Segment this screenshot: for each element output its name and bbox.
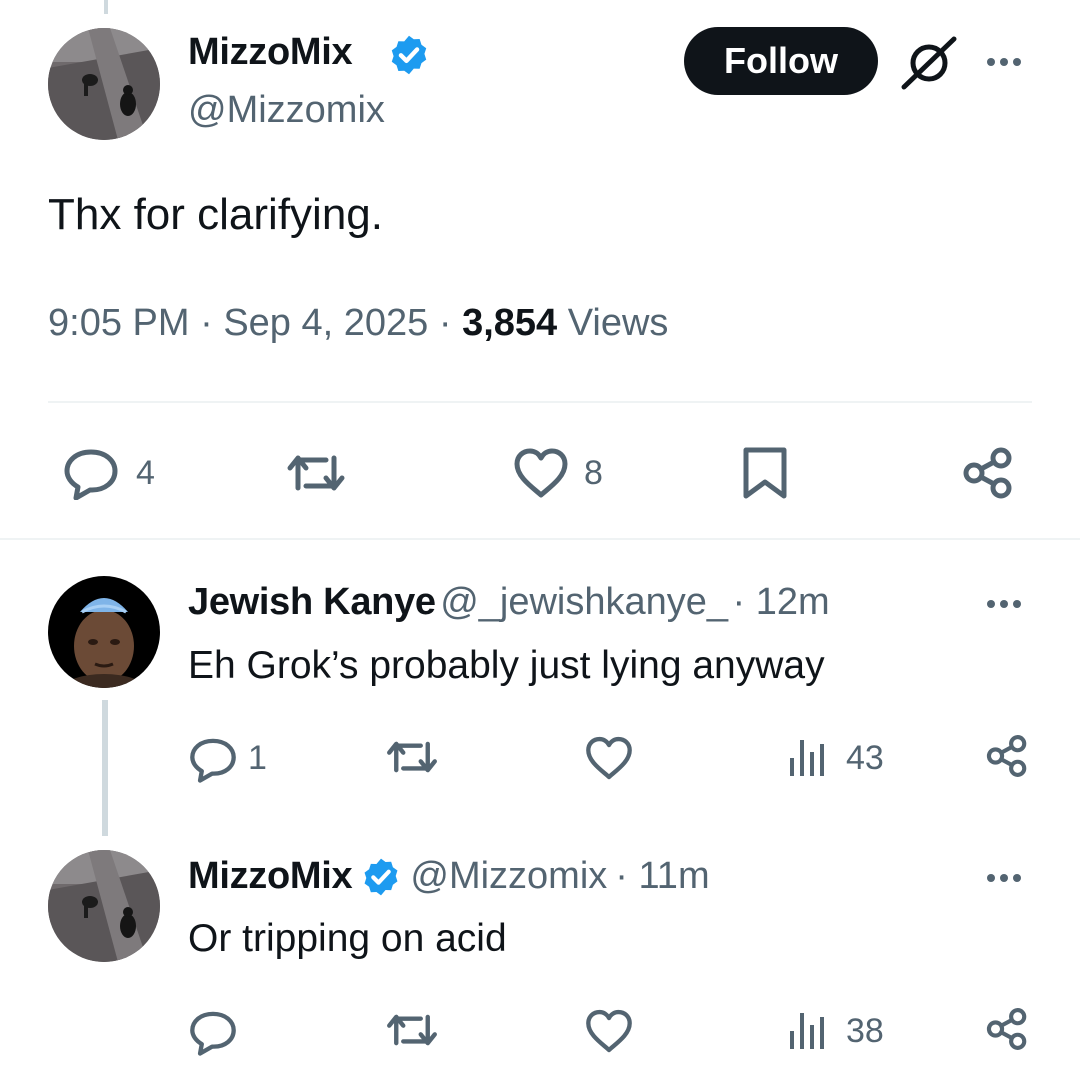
- reply-author-name[interactable]: MizzoMix: [188, 855, 353, 898]
- like-icon[interactable]: [584, 1008, 634, 1054]
- reply-count: 4: [136, 454, 155, 492]
- verified-badge-icon: [387, 33, 431, 77]
- views-icon[interactable]: [788, 1009, 828, 1051]
- tweet-time[interactable]: 9:05 PM: [48, 302, 190, 344]
- grok-icon[interactable]: [900, 34, 958, 90]
- tweet-text: Thx for clarifying.: [48, 190, 383, 239]
- reply-header: MizzoMix @Mizzomix · 11m: [188, 855, 710, 898]
- reply-count: 1: [248, 739, 267, 777]
- meta-separator-2: ·: [438, 302, 452, 344]
- like-icon[interactable]: [584, 735, 634, 781]
- follow-button[interactable]: Follow: [684, 27, 878, 95]
- reply-time[interactable]: · 11m: [615, 855, 709, 898]
- views-label: Views: [567, 302, 669, 344]
- reply-avatar[interactable]: [48, 850, 160, 962]
- views-count: 3,854: [462, 302, 558, 344]
- reply-author-handle[interactable]: @_jewishkanye_: [440, 581, 728, 623]
- like-count: 8: [584, 454, 603, 492]
- more-options-icon[interactable]: [987, 600, 1021, 608]
- tweet-date[interactable]: Sep 4, 2025: [223, 302, 428, 344]
- views-count: 38: [846, 1012, 884, 1050]
- bookmark-icon[interactable]: [741, 446, 789, 500]
- reply-author-name[interactable]: Jewish Kanye: [188, 581, 436, 623]
- verified-badge-icon: [360, 856, 402, 898]
- reply-header: Jewish Kanye @_jewishkanye_ · 12m: [188, 581, 830, 624]
- thread-line: [102, 700, 108, 836]
- meta-separator: ·: [200, 302, 213, 344]
- views-icon[interactable]: [788, 736, 828, 778]
- reply-icon[interactable]: [188, 735, 238, 783]
- share-icon[interactable]: [984, 733, 1030, 779]
- like-icon[interactable]: [512, 447, 570, 499]
- reply-time[interactable]: · 12m: [733, 581, 830, 623]
- tweet-meta: 9:05 PM · Sep 4, 2025 · 3,854 Views: [48, 302, 668, 345]
- reply-text: Eh Grok’s probably just lying anyway: [188, 644, 825, 687]
- thread-line-top: [104, 0, 108, 14]
- divider: [48, 401, 1032, 403]
- share-icon[interactable]: [984, 1006, 1030, 1052]
- views-count: 43: [846, 739, 884, 777]
- reply-author-handle[interactable]: @Mizzomix: [410, 855, 607, 898]
- repost-icon[interactable]: [384, 1008, 440, 1052]
- author-name[interactable]: MizzoMix: [188, 31, 353, 74]
- repost-icon[interactable]: [284, 448, 348, 498]
- reply-avatar[interactable]: [48, 576, 160, 688]
- author-handle[interactable]: @Mizzomix: [188, 89, 385, 132]
- reply-icon[interactable]: [188, 1008, 238, 1056]
- share-icon[interactable]: [960, 446, 1016, 500]
- reply-icon[interactable]: [62, 446, 120, 500]
- more-options-icon[interactable]: [987, 58, 1021, 66]
- avatar[interactable]: [48, 28, 160, 140]
- reply-text: Or tripping on acid: [188, 917, 507, 960]
- more-options-icon[interactable]: [987, 874, 1021, 882]
- divider: [0, 538, 1080, 540]
- repost-icon[interactable]: [384, 735, 440, 779]
